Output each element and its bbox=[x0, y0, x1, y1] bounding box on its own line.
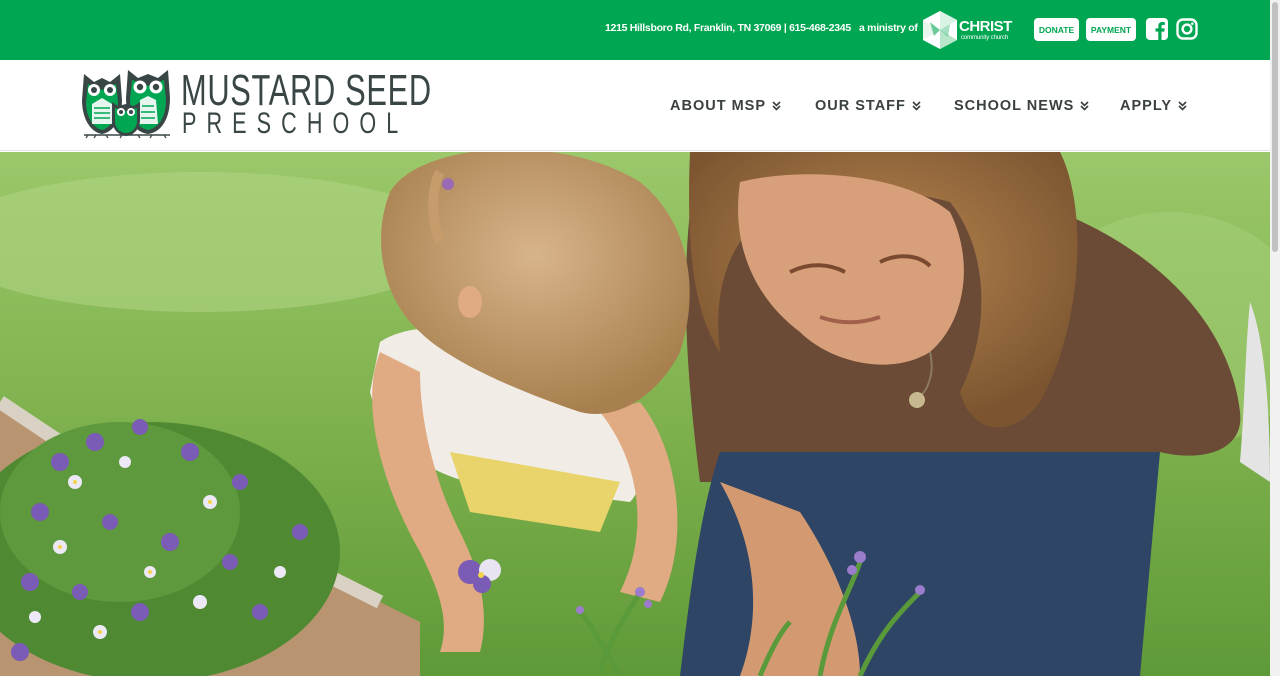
site-header: MUSTARD SEED PRESCHOOL ABOUT MSP OUR STA… bbox=[0, 60, 1270, 151]
nav-our-staff-label: OUR STAFF bbox=[815, 98, 906, 114]
double-chevron-down-icon bbox=[912, 101, 921, 111]
logo-line-2: PRESCHOOL bbox=[182, 107, 409, 140]
donate-button[interactable]: DONATE bbox=[1034, 18, 1079, 41]
hero-photo bbox=[0, 152, 1270, 676]
owls-logo-icon bbox=[82, 70, 170, 139]
nav-our-staff[interactable]: OUR STAFF bbox=[815, 96, 921, 116]
top-bar: 1215 Hillsboro Rd, Franklin, TN 37069 | … bbox=[0, 0, 1270, 60]
ministry-text: a ministry of bbox=[859, 22, 918, 34]
church-logo-sub: community church bbox=[961, 35, 1009, 41]
nav-apply-label: APPLY bbox=[1120, 98, 1173, 114]
church-mark-icon bbox=[923, 11, 957, 49]
nav-about-msp-label: ABOUT MSP bbox=[670, 98, 766, 114]
double-chevron-down-icon bbox=[772, 101, 781, 111]
page-scrollbar[interactable] bbox=[1270, 0, 1280, 676]
hero-image bbox=[0, 152, 1270, 676]
payment-button[interactable]: PAYMENT bbox=[1086, 18, 1136, 41]
instagram-icon[interactable] bbox=[1176, 18, 1198, 40]
double-chevron-down-icon bbox=[1178, 101, 1187, 111]
mustard-seed-logo[interactable]: MUSTARD SEED PRESCHOOL bbox=[82, 66, 431, 140]
contact-address: 1215 Hillsboro Rd, Franklin, TN 37069 | … bbox=[605, 22, 851, 34]
nav-about-msp[interactable]: ABOUT MSP bbox=[670, 96, 781, 116]
double-chevron-down-icon bbox=[1080, 101, 1089, 111]
facebook-icon[interactable] bbox=[1146, 18, 1168, 40]
nav-school-news-label: SCHOOL NEWS bbox=[954, 98, 1075, 114]
church-logo-word: CHRIST bbox=[959, 18, 1012, 35]
christ-community-church-logo[interactable]: CHRIST community church bbox=[922, 10, 1016, 50]
nav-school-news[interactable]: SCHOOL NEWS bbox=[954, 96, 1089, 116]
nav-apply[interactable]: APPLY bbox=[1120, 96, 1187, 116]
scrollbar-thumb[interactable] bbox=[1272, 2, 1278, 252]
